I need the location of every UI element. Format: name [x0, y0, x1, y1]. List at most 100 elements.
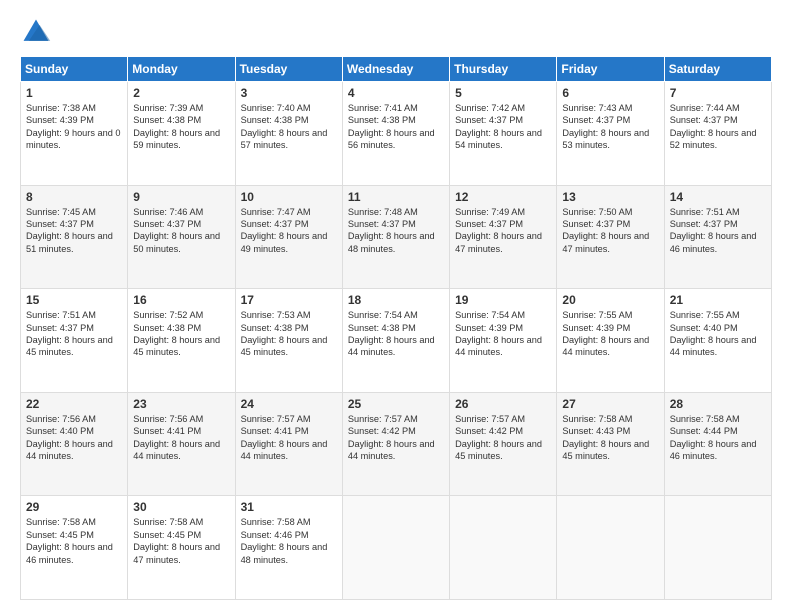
cell-content: Sunrise: 7:58 AM Sunset: 4:46 PM Dayligh… — [241, 516, 337, 566]
daylight-label: Daylight: 8 hours and 50 minutes. — [133, 231, 220, 253]
sunrise-label: Sunrise: 7:39 AM — [133, 103, 203, 113]
calendar-week-row: 22 Sunrise: 7:56 AM Sunset: 4:40 PM Dayl… — [21, 392, 772, 496]
day-number: 15 — [26, 293, 122, 307]
calendar-cell: 23 Sunrise: 7:56 AM Sunset: 4:41 PM Dayl… — [128, 392, 235, 496]
daylight-label: Daylight: 8 hours and 54 minutes. — [455, 128, 542, 150]
calendar-cell — [557, 496, 664, 600]
sunset-label: Sunset: 4:38 PM — [133, 323, 201, 333]
sunrise-label: Sunrise: 7:54 AM — [348, 310, 418, 320]
day-number: 31 — [241, 500, 337, 514]
calendar-cell: 10 Sunrise: 7:47 AM Sunset: 4:37 PM Dayl… — [235, 185, 342, 289]
cell-content: Sunrise: 7:49 AM Sunset: 4:37 PM Dayligh… — [455, 206, 551, 256]
sunrise-label: Sunrise: 7:38 AM — [26, 103, 96, 113]
sunrise-label: Sunrise: 7:47 AM — [241, 207, 311, 217]
day-number: 28 — [670, 397, 766, 411]
cell-content: Sunrise: 7:58 AM Sunset: 4:44 PM Dayligh… — [670, 413, 766, 463]
day-header: Sunday — [21, 57, 128, 82]
sunrise-label: Sunrise: 7:50 AM — [562, 207, 632, 217]
sunset-label: Sunset: 4:37 PM — [670, 115, 738, 125]
sunset-label: Sunset: 4:37 PM — [241, 219, 309, 229]
sunset-label: Sunset: 4:37 PM — [348, 219, 416, 229]
cell-content: Sunrise: 7:54 AM Sunset: 4:39 PM Dayligh… — [455, 309, 551, 359]
daylight-label: Daylight: 8 hours and 45 minutes. — [241, 335, 328, 357]
sunset-label: Sunset: 4:42 PM — [348, 426, 416, 436]
calendar-cell: 27 Sunrise: 7:58 AM Sunset: 4:43 PM Dayl… — [557, 392, 664, 496]
cell-content: Sunrise: 7:51 AM Sunset: 4:37 PM Dayligh… — [26, 309, 122, 359]
day-number: 17 — [241, 293, 337, 307]
calendar-week-row: 1 Sunrise: 7:38 AM Sunset: 4:39 PM Dayli… — [21, 82, 772, 186]
calendar-cell — [664, 496, 771, 600]
calendar-cell: 16 Sunrise: 7:52 AM Sunset: 4:38 PM Dayl… — [128, 289, 235, 393]
sunset-label: Sunset: 4:38 PM — [348, 115, 416, 125]
calendar-cell: 30 Sunrise: 7:58 AM Sunset: 4:45 PM Dayl… — [128, 496, 235, 600]
cell-content: Sunrise: 7:57 AM Sunset: 4:42 PM Dayligh… — [455, 413, 551, 463]
calendar-cell: 22 Sunrise: 7:56 AM Sunset: 4:40 PM Dayl… — [21, 392, 128, 496]
sunrise-label: Sunrise: 7:55 AM — [562, 310, 632, 320]
logo-icon — [20, 16, 52, 48]
day-number: 27 — [562, 397, 658, 411]
sunrise-label: Sunrise: 7:40 AM — [241, 103, 311, 113]
cell-content: Sunrise: 7:57 AM Sunset: 4:41 PM Dayligh… — [241, 413, 337, 463]
sunset-label: Sunset: 4:39 PM — [26, 115, 94, 125]
sunset-label: Sunset: 4:45 PM — [133, 530, 201, 540]
sunrise-label: Sunrise: 7:57 AM — [455, 414, 525, 424]
day-number: 25 — [348, 397, 444, 411]
daylight-label: Daylight: 8 hours and 57 minutes. — [241, 128, 328, 150]
cell-content: Sunrise: 7:41 AM Sunset: 4:38 PM Dayligh… — [348, 102, 444, 152]
sunrise-label: Sunrise: 7:51 AM — [670, 207, 740, 217]
cell-content: Sunrise: 7:55 AM Sunset: 4:39 PM Dayligh… — [562, 309, 658, 359]
sunrise-label: Sunrise: 7:43 AM — [562, 103, 632, 113]
daylight-label: Daylight: 8 hours and 45 minutes. — [562, 439, 649, 461]
daylight-label: Daylight: 9 hours and 0 minutes. — [26, 128, 121, 150]
cell-content: Sunrise: 7:50 AM Sunset: 4:37 PM Dayligh… — [562, 206, 658, 256]
day-number: 26 — [455, 397, 551, 411]
sunrise-label: Sunrise: 7:42 AM — [455, 103, 525, 113]
calendar-cell: 25 Sunrise: 7:57 AM Sunset: 4:42 PM Dayl… — [342, 392, 449, 496]
day-number: 14 — [670, 190, 766, 204]
day-number: 10 — [241, 190, 337, 204]
calendar-cell: 12 Sunrise: 7:49 AM Sunset: 4:37 PM Dayl… — [450, 185, 557, 289]
header — [20, 16, 772, 48]
calendar-cell: 31 Sunrise: 7:58 AM Sunset: 4:46 PM Dayl… — [235, 496, 342, 600]
day-header: Wednesday — [342, 57, 449, 82]
day-number: 6 — [562, 86, 658, 100]
cell-content: Sunrise: 7:55 AM Sunset: 4:40 PM Dayligh… — [670, 309, 766, 359]
day-header: Friday — [557, 57, 664, 82]
sunset-label: Sunset: 4:38 PM — [348, 323, 416, 333]
daylight-label: Daylight: 8 hours and 44 minutes. — [455, 335, 542, 357]
cell-content: Sunrise: 7:53 AM Sunset: 4:38 PM Dayligh… — [241, 309, 337, 359]
sunrise-label: Sunrise: 7:44 AM — [670, 103, 740, 113]
calendar-cell: 18 Sunrise: 7:54 AM Sunset: 4:38 PM Dayl… — [342, 289, 449, 393]
calendar-cell: 3 Sunrise: 7:40 AM Sunset: 4:38 PM Dayli… — [235, 82, 342, 186]
day-number: 3 — [241, 86, 337, 100]
day-number: 2 — [133, 86, 229, 100]
calendar-cell: 1 Sunrise: 7:38 AM Sunset: 4:39 PM Dayli… — [21, 82, 128, 186]
cell-content: Sunrise: 7:46 AM Sunset: 4:37 PM Dayligh… — [133, 206, 229, 256]
daylight-label: Daylight: 8 hours and 45 minutes. — [26, 335, 113, 357]
sunrise-label: Sunrise: 7:49 AM — [455, 207, 525, 217]
calendar-week-row: 8 Sunrise: 7:45 AM Sunset: 4:37 PM Dayli… — [21, 185, 772, 289]
calendar-cell: 4 Sunrise: 7:41 AM Sunset: 4:38 PM Dayli… — [342, 82, 449, 186]
sunset-label: Sunset: 4:37 PM — [455, 219, 523, 229]
calendar-cell: 17 Sunrise: 7:53 AM Sunset: 4:38 PM Dayl… — [235, 289, 342, 393]
calendar-table: SundayMondayTuesdayWednesdayThursdayFrid… — [20, 56, 772, 600]
cell-content: Sunrise: 7:47 AM Sunset: 4:37 PM Dayligh… — [241, 206, 337, 256]
calendar-cell: 19 Sunrise: 7:54 AM Sunset: 4:39 PM Dayl… — [450, 289, 557, 393]
day-number: 9 — [133, 190, 229, 204]
day-number: 16 — [133, 293, 229, 307]
cell-content: Sunrise: 7:39 AM Sunset: 4:38 PM Dayligh… — [133, 102, 229, 152]
sunset-label: Sunset: 4:39 PM — [562, 323, 630, 333]
daylight-label: Daylight: 8 hours and 46 minutes. — [670, 231, 757, 253]
sunrise-label: Sunrise: 7:55 AM — [670, 310, 740, 320]
sunset-label: Sunset: 4:42 PM — [455, 426, 523, 436]
sunrise-label: Sunrise: 7:45 AM — [26, 207, 96, 217]
sunrise-label: Sunrise: 7:58 AM — [670, 414, 740, 424]
calendar-cell: 28 Sunrise: 7:58 AM Sunset: 4:44 PM Dayl… — [664, 392, 771, 496]
daylight-label: Daylight: 8 hours and 44 minutes. — [241, 439, 328, 461]
sunset-label: Sunset: 4:39 PM — [455, 323, 523, 333]
sunrise-label: Sunrise: 7:56 AM — [133, 414, 203, 424]
sunset-label: Sunset: 4:40 PM — [670, 323, 738, 333]
day-number: 5 — [455, 86, 551, 100]
cell-content: Sunrise: 7:45 AM Sunset: 4:37 PM Dayligh… — [26, 206, 122, 256]
day-header: Thursday — [450, 57, 557, 82]
